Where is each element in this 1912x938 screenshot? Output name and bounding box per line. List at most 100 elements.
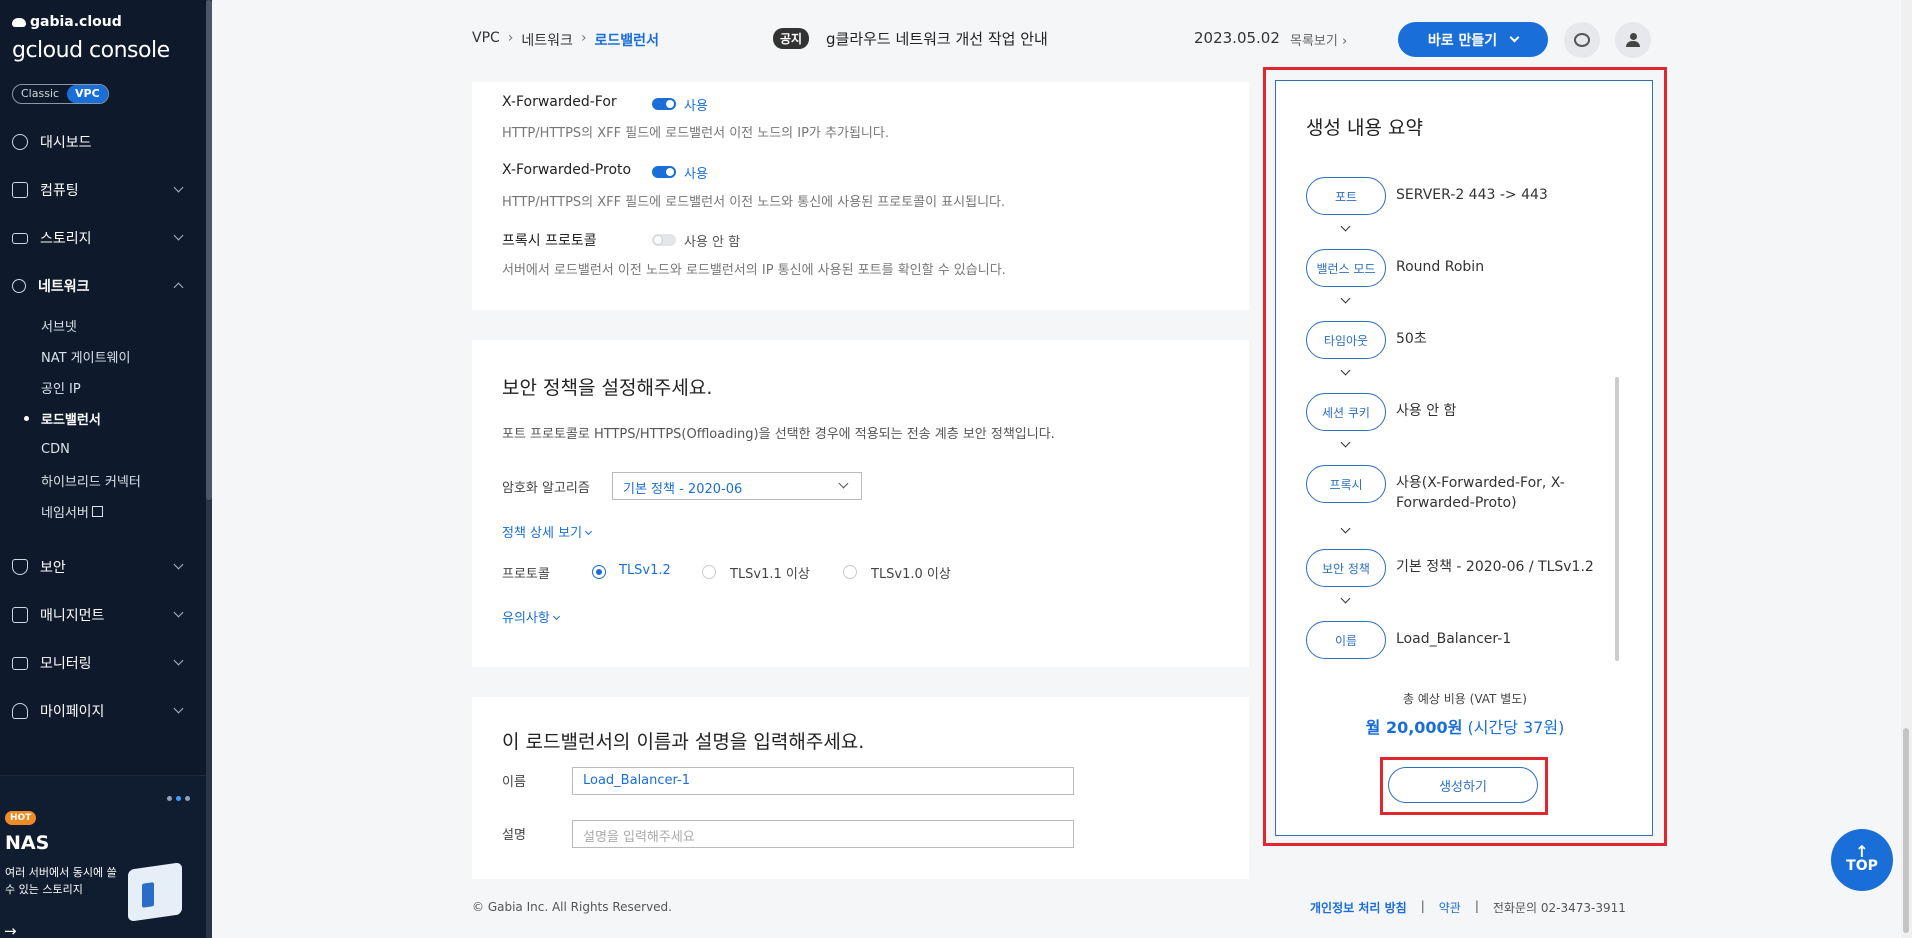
dashboard-icon — [12, 134, 28, 150]
sidebar-scrollbar-thumb[interactable] — [206, 0, 212, 500]
algorithm-label: 암호화 알고리즘 — [502, 481, 590, 496]
contact-phone: 전화문의 02-3473-3911 — [1492, 901, 1626, 915]
policy-detail-link[interactable]: 정책 상세 보기 — [502, 522, 593, 541]
proxy-protocol-description: 서버에서 로드밸런서 이전 노드와 로드밸런서의 IP 통신에 사용된 포트를 … — [502, 263, 1006, 278]
page-scrollbar-thumb[interactable] — [1903, 728, 1909, 933]
sidebar-item-label: 모니터링 — [40, 656, 92, 672]
chevron-down-icon — [173, 230, 184, 241]
summary-title: 생성 내용 요약 — [1306, 117, 1423, 139]
algorithm-select[interactable]: 기본 정책 - 2020-06 — [612, 472, 862, 500]
notice-list-link[interactable]: 목록보기 › — [1290, 30, 1347, 49]
estimated-cost-value: 월 20,000원 (시간당 37원) — [1276, 714, 1654, 738]
footer-divider: | — [1420, 899, 1425, 913]
summary-value-balance-mode: Round Robin — [1396, 259, 1485, 275]
tls10-label[interactable]: TLSv1.0 이상 — [871, 563, 951, 582]
sidebar-item-security[interactable]: 보안 — [0, 543, 206, 591]
promo-title: NAS — [5, 832, 50, 854]
summary-value-security-policy: 기본 정책 - 2020-06 / TLSv1.2 — [1396, 559, 1594, 575]
summary-key-security-policy: 보안 정책 — [1306, 549, 1386, 587]
description-input[interactable]: 설명을 입력해주세요 — [572, 820, 1074, 848]
notice-title[interactable]: g클라우드 네트워크 개선 작업 안내 — [826, 28, 1048, 49]
radio-tls12[interactable] — [592, 565, 606, 579]
cloud-icon — [12, 17, 26, 27]
account-button[interactable] — [1615, 22, 1651, 58]
create-submit-button[interactable]: 생성하기 — [1388, 767, 1538, 803]
algorithm-value: 기본 정책 - 2020-06 — [623, 482, 743, 497]
security-subtitle: 포트 프로토콜로 HTTPS/HTTPS(Offloading)을 선택한 경우… — [502, 427, 1055, 442]
xfp-label: X-Forwarded-Proto — [502, 162, 632, 178]
sidebar-subitem-nat-gateway[interactable]: NAT 게이트웨이 — [0, 341, 206, 372]
user-icon — [12, 703, 28, 719]
sidebar-subitem-cdn[interactable]: CDN — [0, 434, 206, 465]
promo-next-arrow-icon[interactable]: → — [4, 922, 17, 938]
caution-link[interactable]: 유의사항 — [502, 607, 560, 626]
chevron-down-icon — [1340, 437, 1351, 448]
security-policy-card: 보안 정책을 설정해주세요. 포트 프로토콜로 HTTPS/HTTPS(Offl… — [472, 340, 1249, 667]
summary-key-name: 이름 — [1306, 621, 1386, 659]
shield-icon — [12, 559, 28, 575]
sidebar-subitem-nameserver[interactable]: 네임서버 — [0, 496, 206, 527]
proxy-protocol-state: 사용 안 함 — [684, 235, 741, 250]
breadcrumb: VPC › 네트워크 › 로드밸런서 — [472, 30, 659, 50]
breadcrumb-vpc[interactable]: VPC — [472, 30, 500, 50]
console-mode-toggle[interactable]: Classic VPC — [12, 84, 109, 104]
sidebar-item-computing[interactable]: 컴퓨팅 — [0, 166, 206, 214]
chevron-down-icon — [1340, 293, 1351, 304]
toggle-classic[interactable]: Classic — [13, 85, 67, 103]
chevron-down-icon — [1340, 365, 1351, 376]
breadcrumb-current: 로드밸런서 — [594, 33, 659, 49]
xfp-toggle[interactable] — [652, 166, 676, 178]
sidebar-nav: 대시보드 컴퓨팅 스토리지 네트워크 서브넷 NAT 게이트웨이 공인 IP 로… — [0, 118, 206, 735]
breadcrumb-network[interactable]: 네트워크 — [521, 30, 573, 50]
sidebar-item-dashboard[interactable]: 대시보드 — [0, 118, 206, 166]
chat-button[interactable] — [1564, 22, 1600, 58]
sidebar-item-mypage[interactable]: 마이페이지 — [0, 687, 206, 735]
sidebar-item-management[interactable]: 매니지먼트 — [0, 591, 206, 639]
privacy-policy-link[interactable]: 개인정보 처리 방침 — [1310, 899, 1407, 916]
promo-description: 여러 서버에서 동시에 쓸 수 있는 스토리지 — [5, 866, 117, 896]
sidebar-item-label: 네임서버 — [41, 506, 89, 521]
brand-title[interactable]: gcloud console — [12, 38, 170, 63]
name-input[interactable]: Load_Balancer-1 — [572, 767, 1074, 795]
promo-banner[interactable]: HOT NAS 여러 서버에서 동시에 쓸 수 있는 스토리지 → — [0, 775, 206, 938]
summary-value-session-cookie: 사용 안 함 — [1396, 403, 1457, 419]
brand-logo[interactable]: gabia.cloud — [12, 14, 122, 30]
description-label: 설명 — [502, 828, 526, 843]
toggle-vpc[interactable]: VPC — [67, 85, 108, 103]
naming-title: 이 로드밸런서의 이름과 설명을 입력해주세요. — [502, 731, 865, 753]
sidebar-item-network[interactable]: 네트워크 — [0, 262, 206, 310]
arrow-up-icon: ↑ — [1855, 842, 1869, 861]
sidebar-subitem-load-balancer[interactable]: 로드밸런서 — [0, 403, 206, 434]
radio-tls10[interactable] — [843, 565, 857, 579]
sidebar-subitem-public-ip[interactable]: 공인 IP — [0, 372, 206, 403]
sidebar-subitem-hybrid-connector[interactable]: 하이브리드 커넥터 — [0, 465, 206, 496]
protocol-label: 프로토콜 — [502, 567, 550, 582]
name-description-card: 이 로드밸런서의 이름과 설명을 입력해주세요. 이름 Load_Balance… — [472, 697, 1249, 879]
scroll-to-top-button[interactable]: ↑ TOP — [1831, 829, 1893, 891]
summary-key-session-cookie: 세션 쿠키 — [1306, 393, 1386, 431]
chevron-down-icon — [173, 607, 184, 618]
xfp-description: HTTP/HTTPS의 XFF 필드에 로드밸런서 이전 노드와 통신에 사용된… — [502, 195, 1006, 210]
sidebar-item-monitoring[interactable]: 모니터링 — [0, 639, 206, 687]
breadcrumb-separator: › — [507, 30, 514, 46]
quick-create-button[interactable]: 바로 만들기 — [1398, 22, 1548, 57]
copyright: © Gabia Inc. All Rights Reserved. — [472, 900, 672, 914]
sidebar-item-storage[interactable]: 스토리지 — [0, 214, 206, 262]
sidebar-subitem-subnet[interactable]: 서브넷 — [0, 310, 206, 341]
tls12-label[interactable]: TLSv1.2 — [619, 563, 671, 578]
top-label: TOP — [1846, 858, 1878, 874]
chevron-down-icon — [173, 182, 184, 193]
chevron-down-icon — [173, 655, 184, 666]
radio-tls11[interactable] — [702, 565, 716, 579]
sidebar-item-label: 보안 — [40, 560, 66, 576]
external-link-icon — [91, 506, 103, 517]
monitor-icon — [12, 656, 28, 670]
hourly-cost: (시간당 37원) — [1467, 718, 1565, 737]
sidebar-item-label: 스토리지 — [40, 231, 92, 247]
proxy-protocol-toggle[interactable] — [652, 234, 676, 246]
carousel-dots[interactable] — [167, 796, 190, 801]
xff-toggle[interactable] — [652, 98, 676, 110]
tls11-label[interactable]: TLSv1.1 이상 — [730, 563, 810, 582]
chevron-down-icon — [552, 612, 560, 621]
terms-link[interactable]: 약관 — [1439, 899, 1461, 916]
